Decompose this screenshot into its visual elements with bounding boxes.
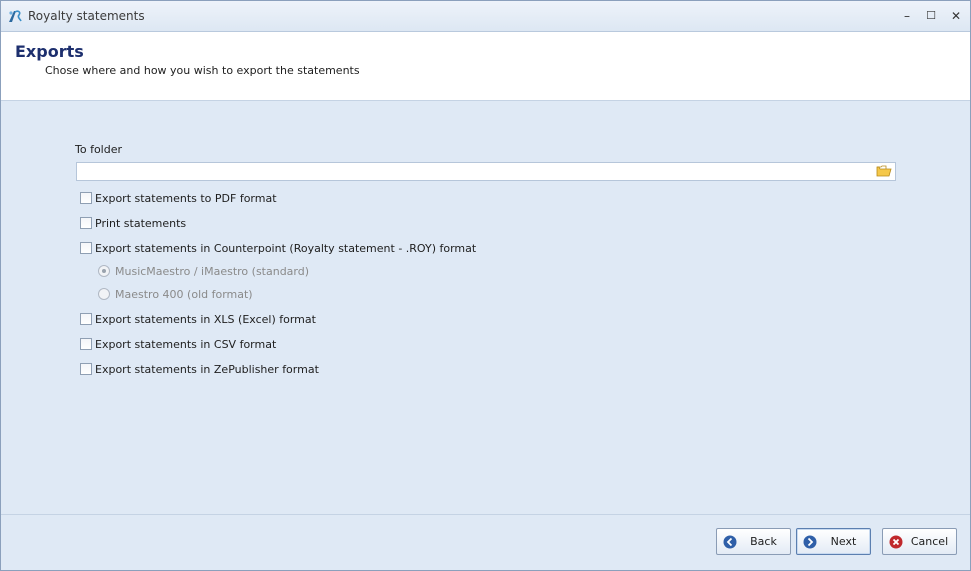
to-folder-field[interactable] <box>76 162 896 181</box>
cancel-icon <box>889 535 903 548</box>
folder-open-icon[interactable] <box>876 164 892 178</box>
maximize-button[interactable]: ☐ <box>921 7 941 25</box>
export-counterpoint-checkbox[interactable] <box>80 242 92 254</box>
print-statements-label: Print statements <box>95 216 187 230</box>
export-zepublisher-label: Export statements in ZePublisher format <box>95 362 319 376</box>
next-button[interactable]: Next <box>796 528 871 555</box>
export-counterpoint-label: Export statements in Counterpoint (Royal… <box>95 241 477 255</box>
export-options-panel: To folder Export statements to PDF forma… <box>1 101 970 513</box>
format-standard-option: MusicMaestro / iMaestro (standard) <box>98 263 309 279</box>
back-label: Back <box>750 535 777 548</box>
format-old-label: Maestro 400 (old format) <box>115 287 253 301</box>
export-csv-label: Export statements in CSV format <box>95 337 277 351</box>
page-subtitle: Chose where and how you wish to export t… <box>45 64 360 77</box>
format-old-radio <box>98 288 110 300</box>
next-label: Next <box>830 535 857 548</box>
export-xls-label: Export statements in XLS (Excel) format <box>95 312 316 326</box>
arrow-right-icon <box>803 535 817 548</box>
dialog-window: Royalty statements – ☐ ✕ Exports Chose w… <box>0 0 971 571</box>
back-button[interactable]: Back <box>716 528 791 555</box>
format-standard-label: MusicMaestro / iMaestro (standard) <box>115 264 310 278</box>
to-folder-label: To folder <box>75 143 123 156</box>
print-statements-checkbox[interactable] <box>80 217 92 229</box>
format-old-option: Maestro 400 (old format) <box>98 286 253 302</box>
export-xls-option[interactable]: Export statements in XLS (Excel) format <box>80 311 316 327</box>
title-bar[interactable]: Royalty statements – ☐ ✕ <box>1 1 970 32</box>
export-csv-option[interactable]: Export statements in CSV format <box>80 336 276 352</box>
window-title: Royalty statements <box>28 9 145 23</box>
export-zepublisher-option[interactable]: Export statements in ZePublisher format <box>80 361 319 377</box>
format-standard-radio <box>98 265 110 277</box>
to-folder-input[interactable] <box>80 164 874 181</box>
close-button[interactable]: ✕ <box>946 7 966 25</box>
cancel-label: Cancel <box>910 535 949 548</box>
export-csv-checkbox[interactable] <box>80 338 92 350</box>
export-pdf-option[interactable]: Export statements to PDF format <box>80 190 277 206</box>
wizard-footer: Back Next Cancel <box>1 514 970 570</box>
arrow-left-icon <box>723 535 737 548</box>
app-logo-icon <box>9 10 22 22</box>
minimize-button[interactable]: – <box>897 7 917 25</box>
cancel-button[interactable]: Cancel <box>882 528 957 555</box>
print-statements-option[interactable]: Print statements <box>80 215 186 231</box>
wizard-header: Exports Chose where and how you wish to … <box>1 32 970 101</box>
export-xls-checkbox[interactable] <box>80 313 92 325</box>
export-counterpoint-option[interactable]: Export statements in Counterpoint (Royal… <box>80 240 476 256</box>
page-title: Exports <box>15 42 84 61</box>
export-zepublisher-checkbox[interactable] <box>80 363 92 375</box>
export-pdf-label: Export statements to PDF format <box>95 191 277 205</box>
export-pdf-checkbox[interactable] <box>80 192 92 204</box>
